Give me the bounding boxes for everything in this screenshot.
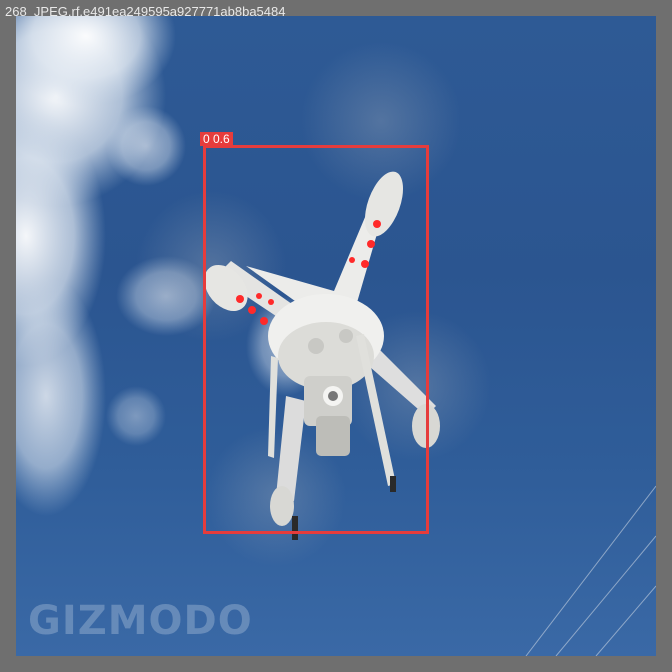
watermark: GIZMODO [28, 598, 253, 644]
detection-box [203, 145, 429, 534]
power-lines [525, 485, 656, 656]
image-frame: 268_JPEG.rf.e491ea249595a927771ab8ba5484 [0, 0, 672, 672]
detection-label: 0 0.6 [200, 132, 233, 146]
